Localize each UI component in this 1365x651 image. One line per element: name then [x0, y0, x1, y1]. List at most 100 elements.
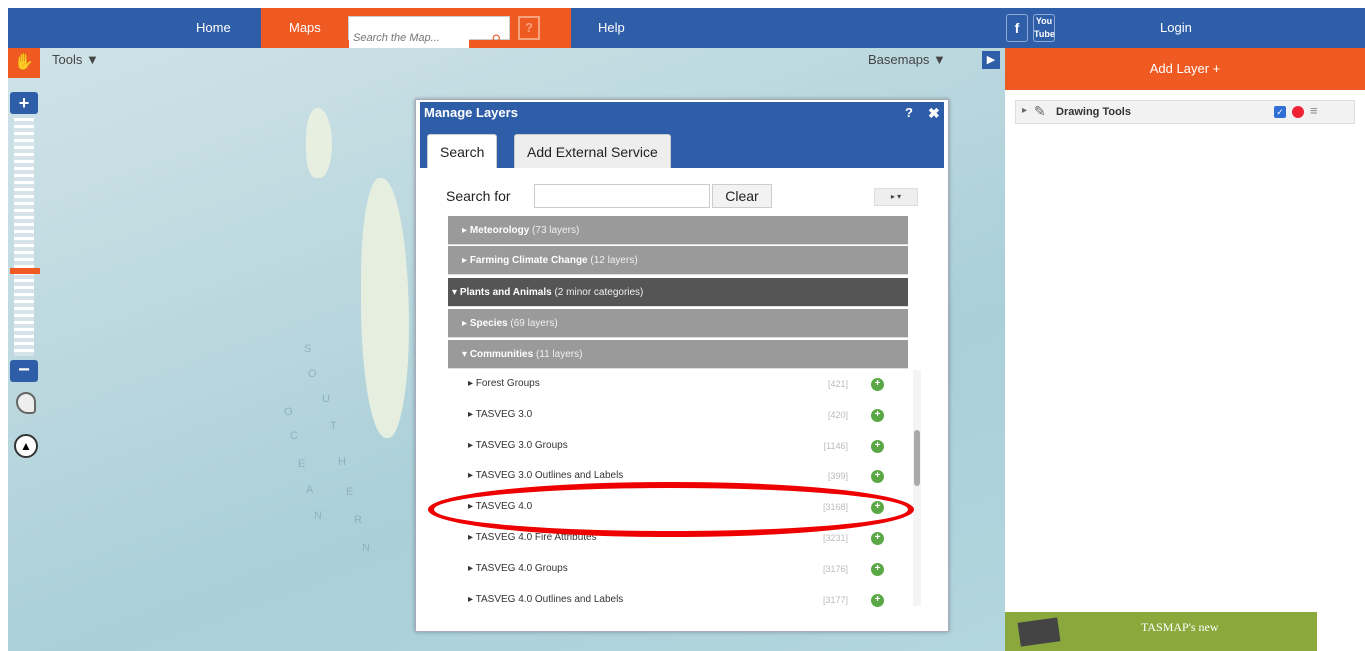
ocean-label: O: [308, 368, 319, 380]
category-count: (2 minor categories): [554, 287, 644, 298]
ocean-label: N: [314, 510, 324, 522]
search-for-label: Search for: [446, 188, 511, 204]
drawing-tools-row[interactable]: ▸ ✎ Drawing Tools ✓ ≡: [1015, 100, 1355, 124]
dialog-tabs: Search Add External Service: [420, 124, 944, 168]
scrollbar-track[interactable]: [913, 370, 921, 606]
layer-item[interactable]: ▸ TASVEG 3.0 Groups [1146] +: [468, 432, 888, 460]
visibility-checkbox[interactable]: ✓: [1274, 106, 1286, 118]
layer-name: TASVEG 4.0 Groups: [475, 563, 568, 574]
tools-menu[interactable]: Tools ▼: [52, 52, 99, 67]
add-layer-icon[interactable]: +: [871, 409, 884, 422]
help-icon[interactable]: ?: [905, 102, 913, 124]
highlight-ellipse: [428, 482, 914, 537]
layer-item[interactable]: ▸ TASVEG 3.0 [420] +: [468, 401, 888, 429]
nav-maps[interactable]: Maps ⚲ ?: [261, 8, 571, 49]
panel-toggle-icon[interactable]: ▶: [982, 51, 1000, 69]
map-island: [361, 178, 409, 438]
category-count: (11 layers): [535, 349, 583, 360]
manage-layers-dialog: Manage Layers ? ✖ Search Add External Se…: [415, 99, 949, 632]
category-count: (73 layers): [532, 225, 580, 236]
map-island: [306, 108, 332, 178]
layer-search-input[interactable]: [534, 184, 710, 208]
ocean-label: E: [346, 486, 356, 498]
ocean-label: E: [298, 458, 308, 470]
drawing-tools-label: Drawing Tools: [1056, 106, 1131, 118]
category-row[interactable]: ▸ Species (69 layers): [448, 309, 908, 338]
layer-id: [3177]: [822, 595, 848, 605]
layer-id: [420]: [827, 410, 848, 420]
layer-item[interactable]: ▸ TASVEG 4.0 Outlines and Labels [3177] +: [468, 586, 888, 614]
zoom-out-button[interactable]: −: [10, 360, 38, 382]
add-layer-icon[interactable]: +: [871, 594, 884, 607]
add-layer-button[interactable]: Add Layer +: [1005, 48, 1365, 90]
remove-layer-icon[interactable]: [1292, 106, 1304, 118]
category-count: (12 layers): [590, 255, 638, 266]
map-search-box: ⚲: [348, 16, 510, 49]
layer-item[interactable]: ▸ TASVEG 4.0 Groups [3176] +: [468, 555, 888, 583]
layer-name: TASVEG 3.0 Groups: [475, 440, 568, 451]
category-name: Farming Climate Change: [469, 255, 588, 266]
ad-image: [1017, 617, 1061, 647]
map-search-input[interactable]: [349, 27, 469, 49]
zoom-in-button[interactable]: +: [10, 92, 38, 114]
basemaps-menu[interactable]: Basemaps ▼: [868, 52, 946, 67]
add-layer-icon[interactable]: +: [871, 470, 884, 483]
nav-login[interactable]: Login: [1160, 8, 1192, 48]
nav-maps-label[interactable]: Maps: [289, 8, 321, 48]
pan-hand-icon[interactable]: ✋: [8, 48, 40, 78]
ocean-label: H: [338, 456, 348, 468]
layer-id: [399]: [827, 471, 848, 481]
layer-id: [1146]: [823, 441, 848, 451]
category-name: Species: [469, 318, 508, 329]
category-row[interactable]: ▸ Farming Climate Change (12 layers): [448, 246, 908, 275]
youtube-icon[interactable]: You Tube: [1033, 14, 1055, 42]
add-layer-icon[interactable]: +: [871, 440, 884, 453]
nav-home[interactable]: Home: [196, 8, 231, 48]
ocean-label: U: [322, 393, 332, 405]
ocean-label: N: [362, 542, 372, 554]
tasmania-extent-icon[interactable]: [16, 392, 36, 414]
top-nav-bar: Home Maps ⚲ ? Help f You Tube Login: [8, 8, 1365, 49]
zoom-slider-thumb[interactable]: [10, 268, 40, 274]
category-name: Meteorology: [469, 225, 530, 236]
north-arrow-icon[interactable]: ▲: [14, 434, 38, 458]
layers-panel: Add Layer + ▸ ✎ Drawing Tools ✓ ≡ TASMAP…: [1005, 48, 1365, 651]
dialog-title: Manage Layers: [424, 105, 518, 120]
zoom-slider-track[interactable]: [14, 118, 34, 356]
add-layer-icon[interactable]: +: [871, 563, 884, 576]
category-name: Communities: [469, 349, 534, 360]
close-icon[interactable]: ✖: [928, 102, 940, 124]
tasmap-ad-banner[interactable]: TASMAP's new: [1005, 612, 1317, 651]
layer-name: TASVEG 4.0 Outlines and Labels: [475, 594, 624, 605]
pencil-icon: ✎: [1034, 103, 1046, 119]
ocean-label: C: [290, 430, 300, 442]
category-name: Plants and Animals: [459, 287, 552, 298]
tab-search[interactable]: Search: [427, 134, 498, 168]
layer-item[interactable]: ▸ Forest Groups [421] +: [468, 370, 888, 398]
category-row[interactable]: ▾ Communities (11 layers): [448, 340, 908, 369]
ocean-label: O: [284, 406, 295, 418]
facebook-icon[interactable]: f: [1006, 14, 1028, 42]
ad-text: TASMAP's new: [1141, 620, 1219, 634]
chevron-right-icon[interactable]: ▸: [1022, 105, 1027, 116]
layer-id: [421]: [827, 379, 848, 389]
category-row[interactable]: ▾ Plants and Animals (2 minor categories…: [448, 278, 908, 307]
layer-id: [3176]: [822, 564, 848, 574]
layer-name: Forest Groups: [475, 378, 540, 389]
clear-button[interactable]: Clear: [712, 184, 772, 208]
ocean-label: T: [330, 420, 339, 432]
nav-help[interactable]: Help: [598, 8, 625, 48]
ocean-label: A: [306, 484, 316, 496]
add-layer-icon[interactable]: +: [871, 532, 884, 545]
tab-add-external-service[interactable]: Add External Service: [514, 134, 671, 168]
expand-collapse-buttons[interactable]: ▸ ▾: [874, 188, 918, 206]
ocean-label: R: [354, 514, 364, 526]
category-row[interactable]: ▸ Meteorology (73 layers): [448, 216, 908, 245]
layer-name: TASVEG 3.0: [475, 409, 533, 420]
help-icon[interactable]: ?: [518, 16, 540, 40]
add-layer-icon[interactable]: +: [871, 378, 884, 391]
dialog-header[interactable]: Manage Layers ? ✖: [420, 102, 944, 124]
scrollbar-thumb[interactable]: [914, 430, 920, 486]
ocean-label: S: [304, 343, 314, 355]
layer-menu-icon[interactable]: ≡: [1310, 103, 1318, 118]
